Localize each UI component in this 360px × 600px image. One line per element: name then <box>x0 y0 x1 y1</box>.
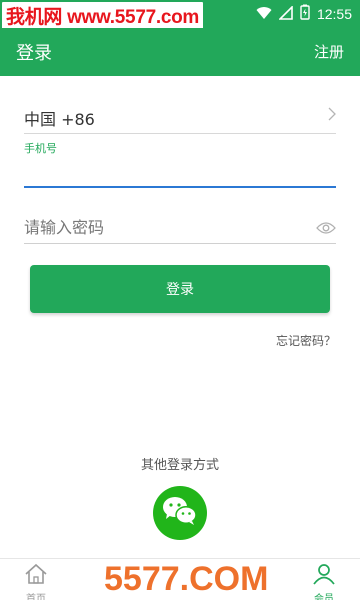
nav-label-home: 首页 <box>26 594 46 600</box>
home-icon <box>24 563 48 589</box>
wechat-icon <box>161 495 199 531</box>
password-field <box>24 212 336 244</box>
nav-item-home[interactable]: 首页 <box>6 559 66 600</box>
app-bar: 登录 注册 <box>0 28 360 76</box>
phone-input[interactable] <box>24 156 336 188</box>
site-watermark-text: 我机网 www.5577.com <box>6 7 200 28</box>
page-title: 登录 <box>16 43 52 64</box>
bottom-watermark-text: 5577.COM <box>104 559 269 598</box>
bottom-watermark: 5577.COM <box>104 558 268 600</box>
eye-icon[interactable] <box>316 220 336 239</box>
other-login-title: 其他登录方式 <box>140 458 219 473</box>
country-code-selector[interactable]: 中国 +86 <box>24 100 336 134</box>
chevron-right-icon <box>328 106 336 125</box>
status-bar: 我机网 www.5577.com 12:55 <box>0 0 360 29</box>
register-link[interactable]: 注册 <box>314 41 344 62</box>
battery-icon <box>300 4 310 24</box>
site-watermark: 我机网 www.5577.com <box>2 2 204 29</box>
phone-field-label: 手机号 <box>24 142 57 155</box>
login-button[interactable]: 登录 <box>30 265 330 313</box>
forgot-password-link[interactable]: 忘记密码？ <box>276 332 336 349</box>
status-time: 12:55 <box>316 6 352 22</box>
nav-label-member: 会员 <box>314 594 334 600</box>
login-screen: 我机网 www.5577.com 12:55 登录 注册 中国 +86 手机号 <box>0 0 360 600</box>
user-icon <box>312 563 336 589</box>
password-input[interactable] <box>24 212 304 242</box>
wifi-icon <box>256 5 272 24</box>
nav-item-member[interactable]: 会员 <box>294 559 354 600</box>
wechat-login-button[interactable] <box>153 486 207 540</box>
status-icons: 12:55 <box>256 4 352 24</box>
country-code-value: 中国 +86 <box>24 110 95 129</box>
signal-icon <box>278 4 293 24</box>
